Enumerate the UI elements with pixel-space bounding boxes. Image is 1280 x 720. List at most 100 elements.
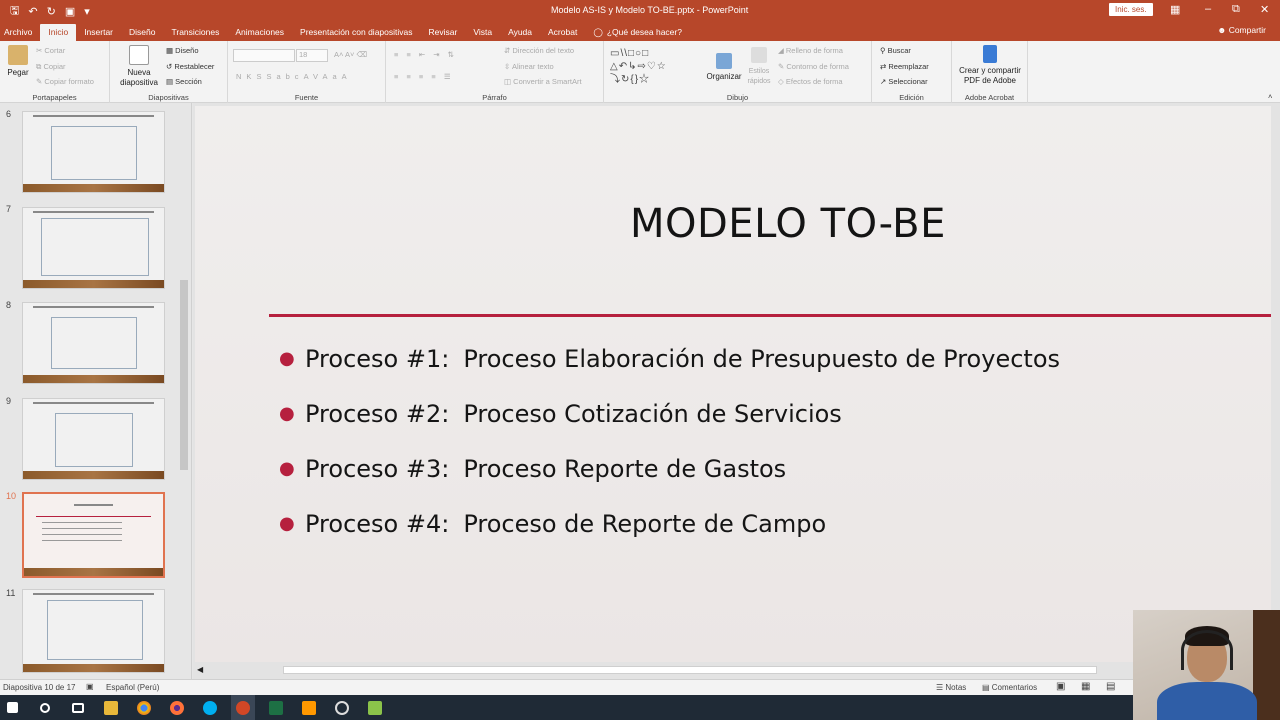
comments-button[interactable]: ▤ Comentarios: [982, 683, 1037, 692]
tab-vista[interactable]: Vista: [465, 24, 500, 41]
thumb-title-line: [33, 306, 154, 308]
slide-sorter-icon[interactable]: ▦: [1081, 681, 1090, 692]
slide-thumbnail-7[interactable]: [22, 207, 165, 289]
font-group: 18 A˄ A˅ ⌫ NKSSabcAVAaA Fuente: [228, 41, 386, 103]
select-button[interactable]: ↗ Seleccionar: [880, 77, 928, 86]
firefox-icon[interactable]: [165, 695, 189, 720]
ribbon-display-icon[interactable]: ▦: [1170, 3, 1180, 16]
change-case-button[interactable]: Aa: [322, 72, 341, 81]
font-size-select[interactable]: 18: [296, 49, 328, 62]
font-family-select[interactable]: [233, 49, 295, 62]
tab-transiciones[interactable]: Transiciones: [163, 24, 227, 41]
file-explorer-icon[interactable]: [99, 695, 123, 720]
tab-archivo[interactable]: Archivo: [0, 24, 40, 41]
tab-inicio[interactable]: Inicio: [40, 24, 77, 41]
share-button[interactable]: ☻ Compartir: [1217, 25, 1266, 35]
chrome-icon[interactable]: [132, 695, 156, 720]
acrobat-group: Crear y compartir PDF de Adobe Adobe Acr…: [952, 41, 1028, 103]
tell-me-box[interactable]: ◯ ¿Qué desea hacer?: [585, 24, 690, 41]
quick-styles-button[interactable]: Estilos rápidos: [744, 47, 774, 87]
tab-ayuda[interactable]: Ayuda: [500, 24, 540, 41]
obs-icon[interactable]: [330, 695, 354, 720]
shadow-button[interactable]: S: [266, 72, 276, 81]
section-button[interactable]: ▤ Sección: [166, 77, 202, 86]
layout-button[interactable]: ▦ Diseño: [166, 46, 199, 55]
scroll-left-icon[interactable]: ◀: [197, 665, 203, 674]
shape-effects-button[interactable]: ◇ Efectos de forma: [778, 77, 843, 86]
spellcheck-icon[interactable]: ▣: [86, 682, 94, 691]
current-slide[interactable]: MODELO TO-BE ● Proceso #1: Proceso Elabora…: [195, 106, 1271, 662]
notes-button[interactable]: ☰ Notas: [936, 683, 966, 692]
font-size-adjust-icons[interactable]: A˄ A˅ ⌫: [334, 50, 367, 59]
undo-icon[interactable]: ↶: [28, 5, 37, 18]
collapse-ribbon-icon[interactable]: ˄: [1268, 92, 1272, 101]
font-color-button[interactable]: A: [342, 72, 352, 81]
search-icon[interactable]: [33, 695, 57, 720]
tab-insertar[interactable]: Insertar: [76, 24, 121, 41]
tab-acrobat[interactable]: Acrobat: [540, 24, 585, 41]
slide-title[interactable]: MODELO TO-BE: [630, 201, 946, 247]
cut-button[interactable]: ✂ Cortar: [36, 46, 65, 55]
redo-icon[interactable]: ↻: [47, 5, 56, 18]
powerpoint-icon[interactable]: [231, 695, 255, 720]
drawing-group-label: Dibujo: [726, 93, 749, 102]
quick-styles-icon: [751, 47, 767, 63]
thumbnail-scrollbar[interactable]: [180, 280, 188, 470]
thumb-title-line: [33, 115, 154, 117]
customize-qat-icon[interactable]: ▾: [84, 5, 90, 18]
list-buttons[interactable]: ≡ ≡ ⇤ ⇥ ⇅: [394, 50, 457, 59]
paste-button[interactable]: Pegar: [4, 45, 32, 78]
tab-diseno[interactable]: Diseño: [121, 24, 163, 41]
shape-fill-button[interactable]: ◢ Relleno de forma: [778, 46, 843, 55]
copy-button[interactable]: ⧉ Copiar: [36, 62, 66, 72]
slide-thumbnail-10[interactable]: [22, 492, 165, 578]
underline-button[interactable]: S: [256, 72, 266, 81]
reset-button[interactable]: ↺ Restablecer: [166, 62, 214, 71]
slide-thumbnail-6[interactable]: [22, 111, 165, 193]
skype-icon[interactable]: [198, 695, 222, 720]
find-button[interactable]: ⚲ Buscar: [880, 46, 911, 55]
replace-button[interactable]: ⇄ Reemplazar: [880, 62, 929, 71]
minimize-icon[interactable]: –: [1205, 3, 1211, 15]
close-icon[interactable]: ✕: [1260, 3, 1269, 16]
italic-button[interactable]: K: [246, 72, 256, 81]
create-pdf-button[interactable]: Crear y compartir PDF de Adobe: [956, 45, 1024, 86]
align-buttons[interactable]: ≡ ≡ ≡ ≡ ☰: [394, 72, 454, 81]
sign-in-button[interactable]: Inic. ses.: [1109, 3, 1153, 16]
save-icon[interactable]: 🖫: [10, 2, 19, 21]
tab-revisar[interactable]: Revisar: [421, 24, 466, 41]
new-slide-button[interactable]: Nueva diapositiva: [116, 45, 162, 88]
slide-thumbnail-8[interactable]: [22, 302, 165, 384]
reading-view-icon[interactable]: ▤: [1106, 681, 1115, 692]
present-from-start-icon[interactable]: ▣: [65, 5, 75, 18]
tab-presentacion[interactable]: Presentación con diapositivas: [292, 24, 420, 41]
font-format-buttons[interactable]: NKSSabcAVAaA: [236, 72, 352, 81]
shapes-gallery[interactable]: ▭\\□○□ △↶↳⇨♡☆ ⤵↻{}☆: [610, 47, 690, 87]
smartart-button[interactable]: ◫ Convertir a SmartArt: [504, 77, 582, 86]
align-text-button[interactable]: ⇳ Alinear texto: [504, 62, 554, 71]
windows-start-icon[interactable]: [0, 695, 24, 720]
horizontal-scrollbar[interactable]: [283, 666, 1097, 674]
android-icon[interactable]: [363, 695, 387, 720]
task-view-icon[interactable]: [66, 695, 90, 720]
bold-button[interactable]: N: [236, 72, 246, 81]
text-direction-button[interactable]: ⇵ Dirección del texto: [504, 46, 574, 55]
format-painter-button[interactable]: ✎ Copiar formato: [36, 77, 94, 86]
restore-icon[interactable]: ⧉: [1232, 3, 1240, 16]
shape-outline-button[interactable]: ✎ Contorno de forma: [778, 62, 849, 71]
excel-icon[interactable]: [264, 695, 288, 720]
slide-thumbnail-11[interactable]: [22, 589, 165, 673]
paragraph-group-label: Párrafo: [482, 93, 507, 102]
bullet-list[interactable]: ● Proceso #1: Proceso Elaboración de Presu…: [279, 342, 1060, 562]
tab-animaciones[interactable]: Animaciones: [227, 24, 292, 41]
arrange-button[interactable]: Organizar: [704, 53, 744, 82]
char-spacing-button[interactable]: AV: [304, 72, 323, 81]
language-indicator[interactable]: Español (Perú): [106, 683, 159, 692]
title-bar: 🖫 ↶ ↻ ▣ ▾ Modelo AS-IS y Modelo TO-BE.pp…: [0, 0, 1280, 22]
bullet-text: Proceso de Reporte de Campo: [463, 510, 827, 538]
sublime-icon[interactable]: [297, 695, 321, 720]
normal-view-icon[interactable]: ▣: [1056, 681, 1065, 692]
slide-thumbnail-9[interactable]: [22, 398, 165, 480]
comments-label: Comentarios: [991, 683, 1038, 692]
strikethrough-button[interactable]: abc: [276, 72, 303, 81]
